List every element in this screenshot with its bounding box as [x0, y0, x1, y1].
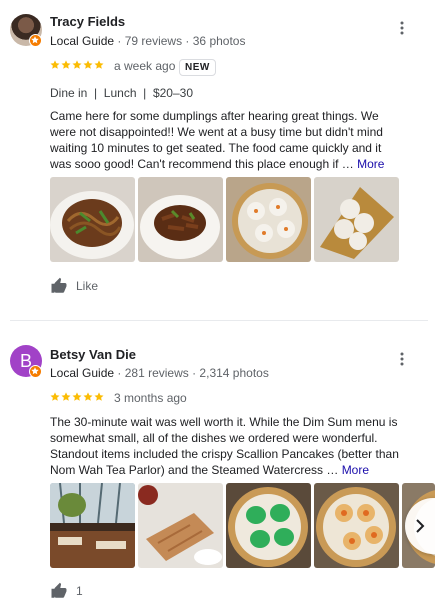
read-more-link[interactable]: More	[357, 157, 384, 171]
like-button[interactable]: Like	[50, 277, 98, 295]
green-dumplings-photo	[226, 483, 311, 568]
chevron-right-icon	[416, 519, 425, 533]
reviewer-stats: 281 reviews · 2,314 photos	[124, 366, 269, 380]
reviewer-name[interactable]: Betsy Van Die	[50, 347, 136, 362]
beef-dish-photo	[138, 177, 223, 262]
review-text: The 30-minute wait was well worth it. Wh…	[50, 414, 400, 478]
local-guide-label: Local Guide	[50, 366, 115, 380]
review-photo[interactable]	[50, 483, 135, 568]
review-text: Came here for some dumplings after heari…	[50, 108, 400, 172]
review-date: a week ago	[114, 59, 176, 73]
buns-photo	[314, 177, 399, 262]
reviewer-name[interactable]: Tracy Fields	[50, 14, 125, 29]
local-guide-badge-icon	[29, 365, 42, 378]
like-label: Like	[76, 279, 99, 293]
review-photo[interactable]	[314, 177, 399, 262]
star-rating	[50, 392, 104, 402]
read-more-link[interactable]: More	[342, 463, 369, 477]
new-badge: NEW	[179, 59, 216, 76]
noodles-dish-photo	[50, 177, 135, 262]
review-photo[interactable]	[50, 177, 135, 262]
review-photo[interactable]	[226, 177, 311, 262]
review-photo[interactable]	[226, 483, 311, 568]
star-icon	[72, 60, 82, 69]
soup-dumplings-photo	[226, 177, 311, 262]
review-card: B Betsy Van Die Local Guide · 281 review…	[0, 321, 435, 615]
review-photo[interactable]	[138, 177, 223, 262]
star-icon	[61, 60, 71, 69]
more-options-button[interactable]	[392, 349, 412, 369]
shumai-photo	[314, 483, 399, 568]
local-guide-badge-icon	[29, 34, 42, 47]
scallion-pancake-photo	[138, 483, 223, 568]
reviewer-meta: Local Guide · 79 reviews · 36 photos	[50, 34, 246, 48]
reviewer-meta: Local Guide · 281 reviews · 2,314 photos	[50, 366, 269, 380]
like-button[interactable]: 1	[50, 582, 83, 600]
review-text-content: Came here for some dumplings after heari…	[50, 109, 383, 171]
star-icon	[83, 392, 93, 401]
review-date: 3 months ago	[114, 391, 187, 405]
star-icon	[61, 392, 71, 401]
reviewer-stats: 79 reviews · 36 photos	[124, 34, 246, 48]
star-icon	[72, 392, 82, 401]
thumbs-up-icon	[51, 277, 67, 293]
star-icon	[83, 60, 93, 69]
star-icon	[94, 392, 104, 401]
visit-details: Dine in | Lunch | $20–30	[50, 86, 193, 100]
restaurant-interior-photo	[50, 483, 135, 568]
local-guide-label: Local Guide	[50, 34, 115, 48]
thumbs-up-icon	[51, 582, 67, 598]
star-icon	[94, 60, 104, 69]
star-icon	[50, 60, 60, 69]
star-rating	[50, 60, 104, 70]
review-photo[interactable]	[314, 483, 399, 568]
star-icon	[50, 392, 60, 401]
review-card: Tracy Fields Local Guide · 79 reviews · …	[0, 0, 435, 320]
more-options-button[interactable]	[392, 18, 412, 38]
review-photo[interactable]	[138, 483, 223, 568]
like-count: 1	[76, 584, 83, 598]
